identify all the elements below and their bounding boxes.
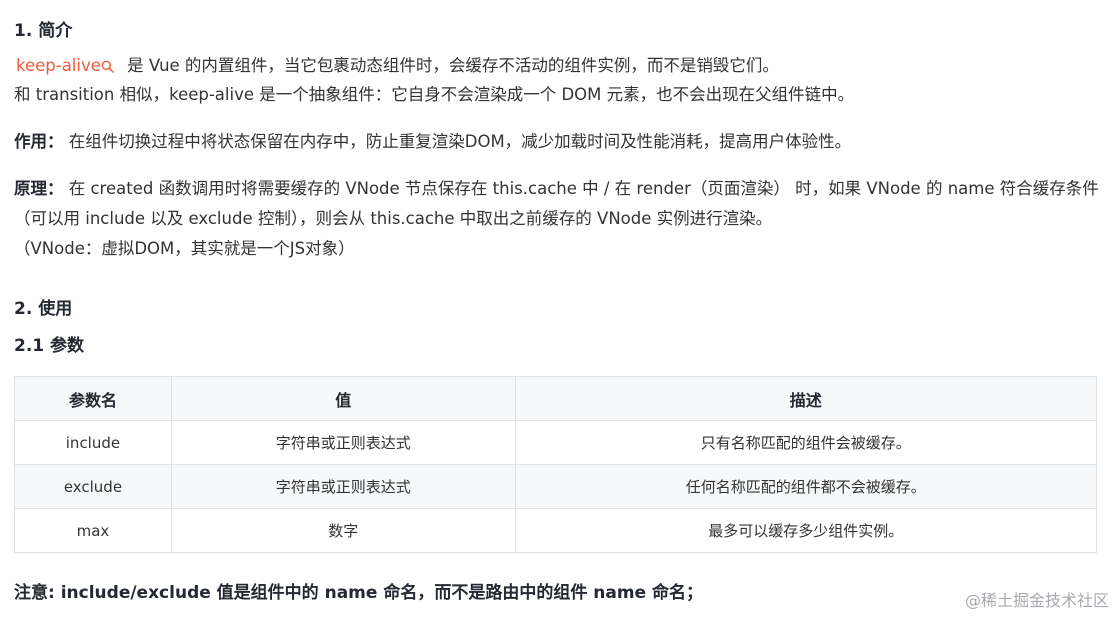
header-value: 值 <box>170 376 516 421</box>
effect-text: 在组件切换过程中将状态保留在内存中，防止重复渲染DOM，减少加载时间及性能消耗，… <box>63 132 852 151</box>
keep-alive-keyword-link[interactable]: keep-alive <box>14 56 122 75</box>
intro-paragraph-line1: keep-alive 是 Vue 的内置组件，当它包裹动态组件时，会缓存不活动的… <box>14 51 779 81</box>
header-description: 描述 <box>514 376 1098 421</box>
watermark: @稀土掘金技术社区 <box>964 591 1109 610</box>
section-heading-usage: 2. 使用 <box>14 299 73 319</box>
principle-label: 原理： <box>14 179 64 198</box>
search-icon <box>101 60 114 73</box>
intro-line1-text: 是 Vue 的内置组件，当它包裹动态组件时，会缓存不活动的组件实例，而不是销毁它… <box>121 56 779 75</box>
principle-text: 在 created 函数调用时将需要缓存的 VNode 节点保存在 this.c… <box>14 179 1099 228</box>
principle-paragraph: 原理： 在 created 函数调用时将需要缓存的 VNode 节点保存在 th… <box>14 174 1104 264</box>
keyword-text: keep-alive <box>16 56 101 75</box>
intro-paragraph-line2: 和 transition 相似，keep-alive 是一个抽象组件：它自身不会… <box>14 85 855 104</box>
table-cell-param: max <box>14 508 172 553</box>
note-text: 注意: include/exclude 值是组件中的 name 命名，而不是路由… <box>14 583 703 603</box>
section-heading-intro: 1. 简介 <box>14 21 73 41</box>
table-cell-description: 最多可以缓存多少组件实例。 <box>514 508 1098 553</box>
table-cell-value: 数字 <box>170 508 516 553</box>
header-param-name: 参数名 <box>14 376 172 421</box>
effect-paragraph: 作用： 在组件切换过程中将状态保留在内存中，防止重复渲染DOM，减少加载时间及性… <box>14 127 851 157</box>
effect-label: 作用： <box>14 132 64 151</box>
subsection-heading-params: 2.1 参数 <box>14 336 85 356</box>
table-cell-description: 任何名称匹配的组件都不会被缓存。 <box>514 464 1098 509</box>
table-cell-param: include <box>14 420 172 465</box>
table-cell-description: 只有名称匹配的组件会被缓存。 <box>514 420 1098 465</box>
principle-note: （VNode：虚拟DOM，其实就是一个JS对象） <box>14 239 355 258</box>
table-row: include 字符串或正则表达式 只有名称匹配的组件会被缓存。 <box>14 420 1098 465</box>
table-row: exclude 字符串或正则表达式 任何名称匹配的组件都不会被缓存。 <box>14 464 1098 509</box>
table-cell-param: exclude <box>14 464 172 509</box>
table-cell-value: 字符串或正则表达式 <box>170 420 516 465</box>
params-table: 参数名 值 描述 include 字符串或正则表达式 只有名称匹配的组件会被缓存… <box>14 376 1098 553</box>
table-row: max 数字 最多可以缓存多少组件实例。 <box>14 508 1098 553</box>
table-header-row: 参数名 值 描述 <box>14 376 1098 421</box>
table-cell-value: 字符串或正则表达式 <box>170 464 516 509</box>
